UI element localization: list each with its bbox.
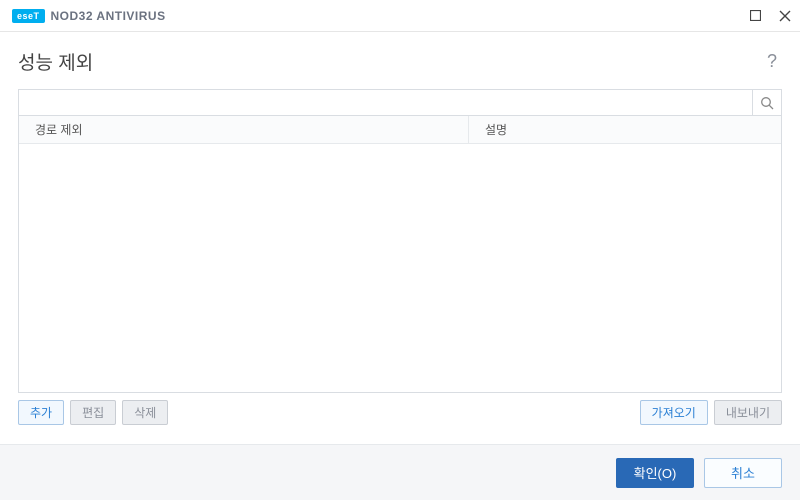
column-path-exclusion[interactable]: 경로 제외: [19, 116, 469, 143]
search-icon: [760, 96, 774, 110]
table-header: 경로 제외 설명: [19, 116, 781, 144]
page-title: 성능 제외: [18, 48, 93, 75]
help-icon: ?: [767, 51, 777, 71]
square-icon: [750, 10, 761, 21]
add-button[interactable]: 추가: [18, 400, 64, 425]
close-button[interactable]: [778, 9, 792, 23]
maximize-button[interactable]: [748, 9, 762, 23]
table-toolbar: 추가 편집 삭제 가져오기 내보내기: [18, 393, 782, 425]
titlebar: eseT NOD32 ANTIVIRUS: [0, 0, 800, 32]
column-description[interactable]: 설명: [469, 121, 781, 138]
edit-button[interactable]: 편집: [70, 400, 116, 425]
search-row: [18, 89, 782, 116]
cancel-button[interactable]: 취소: [704, 458, 782, 488]
search-button[interactable]: [752, 89, 782, 116]
toolbar-right: 가져오기 내보내기: [640, 400, 782, 425]
titlebar-left: eseT NOD32 ANTIVIRUS: [12, 9, 166, 23]
footer: 확인(O) 취소: [0, 444, 800, 500]
help-button[interactable]: ?: [762, 51, 782, 72]
product-name: NOD32 ANTIVIRUS: [51, 9, 166, 23]
toolbar-left: 추가 편집 삭제: [18, 400, 168, 425]
delete-button[interactable]: 삭제: [122, 400, 168, 425]
content-area: 성능 제외 ? 경로 제외 설명 추가 편집 삭제 가져오기 내보내기: [0, 32, 800, 425]
exclusions-table: 경로 제외 설명: [18, 116, 782, 393]
close-icon: [779, 10, 791, 22]
eset-logo: eseT: [12, 9, 45, 23]
import-button[interactable]: 가져오기: [640, 400, 708, 425]
header-row: 성능 제외 ?: [18, 48, 782, 75]
export-button[interactable]: 내보내기: [714, 400, 782, 425]
ok-button[interactable]: 확인(O): [616, 458, 694, 488]
table-body[interactable]: [19, 144, 781, 392]
window-controls: [748, 9, 792, 23]
search-input[interactable]: [18, 89, 752, 116]
